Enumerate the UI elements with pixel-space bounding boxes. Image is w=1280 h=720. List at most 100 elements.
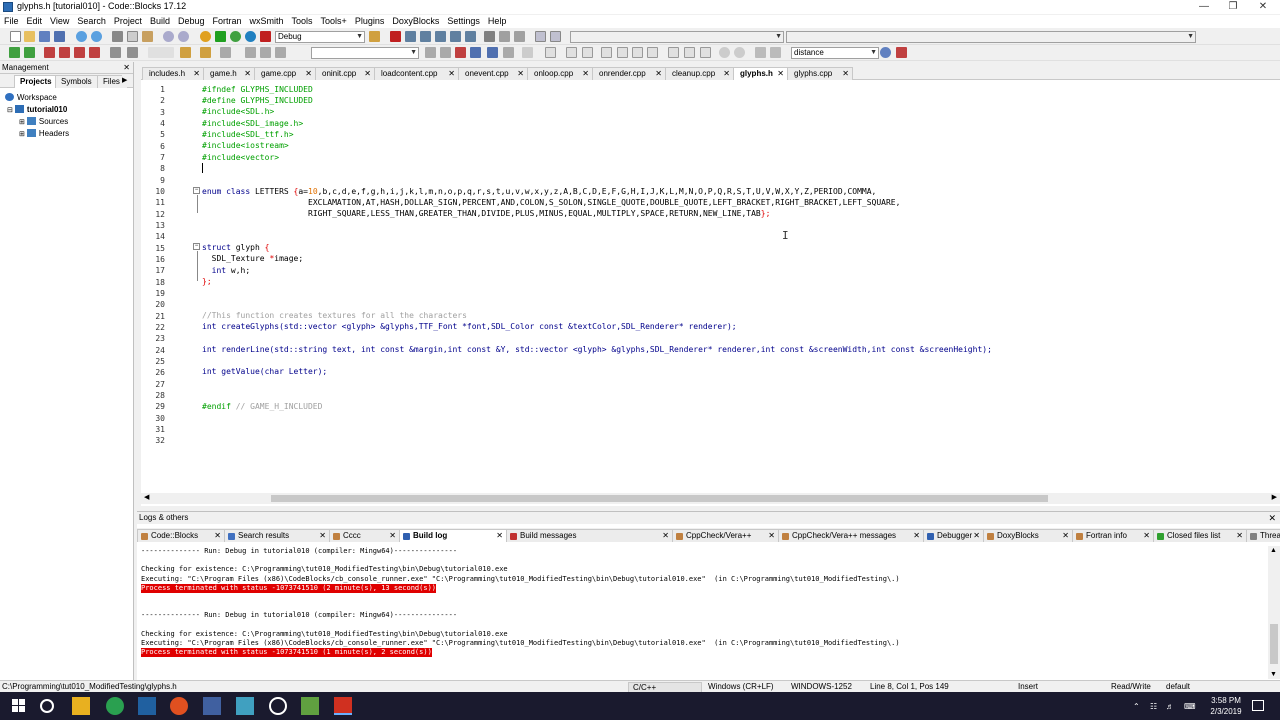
- menu-search[interactable]: Search: [73, 15, 110, 28]
- close-tab-icon[interactable]: ✕: [389, 530, 396, 542]
- layout-3-icon[interactable]: [582, 47, 593, 58]
- menu-file[interactable]: File: [0, 15, 23, 28]
- menu-wxsmith[interactable]: wxSmith: [246, 15, 288, 28]
- debug-start-icon[interactable]: [390, 31, 401, 42]
- menu-help[interactable]: Help: [484, 15, 511, 28]
- fold-marker-icon[interactable]: −: [193, 187, 200, 194]
- close-tab-icon[interactable]: ✕: [842, 68, 849, 80]
- menu-fortran[interactable]: Fortran: [208, 15, 245, 28]
- log-tab[interactable]: Search results ✕: [224, 529, 330, 542]
- regex-icon[interactable]: [470, 47, 481, 58]
- editor-app-icon[interactable]: [301, 697, 319, 715]
- search-prev-icon[interactable]: [425, 47, 436, 58]
- tray-clock[interactable]: 3:58 PM 2/3/2019: [1203, 695, 1249, 717]
- tree-headers[interactable]: ⊞ Headers: [19, 128, 69, 141]
- menu-view[interactable]: View: [46, 15, 73, 28]
- log-tab[interactable]: CppCheck/Vera++ ✕: [672, 529, 779, 542]
- next-bookmark-icon[interactable]: [74, 47, 85, 58]
- next-instruction-icon[interactable]: [465, 31, 476, 42]
- close-tab-icon[interactable]: ✕: [913, 530, 920, 542]
- menu-doxyblocks[interactable]: DoxyBlocks: [388, 15, 443, 28]
- log-tab[interactable]: Debugger ✕: [923, 529, 984, 542]
- menu-project[interactable]: Project: [110, 15, 146, 28]
- close-tab-icon[interactable]: ✕: [364, 68, 371, 80]
- extract-doc-icon[interactable]: [200, 47, 211, 58]
- next-line-icon[interactable]: [420, 31, 431, 42]
- tab-game-cpp[interactable]: game.cpp ✕: [254, 67, 316, 80]
- close-tab-icon[interactable]: ✕: [582, 68, 589, 80]
- menu-edit[interactable]: Edit: [23, 15, 47, 28]
- scrollbar-thumb[interactable]: [1270, 624, 1278, 664]
- network-app-icon[interactable]: [203, 697, 221, 715]
- rebuild-icon[interactable]: [245, 31, 256, 42]
- close-management-icon[interactable]: ✕: [123, 62, 130, 74]
- save-all-icon[interactable]: [54, 31, 65, 42]
- doxywizard-icon[interactable]: [127, 47, 138, 58]
- collapse-icon[interactable]: ⊟: [7, 107, 13, 114]
- tab-cleanup-cpp[interactable]: cleanup.cpp ✕: [665, 67, 734, 80]
- chrome-icon[interactable]: [106, 697, 124, 715]
- scroll-down-icon[interactable]: ▼: [1270, 671, 1277, 678]
- code-content[interactable]: #ifndef GLYPHS_INCLUDED #define GLYPHS_I…: [202, 80, 1272, 492]
- close-tab-icon[interactable]: ✕: [319, 530, 326, 542]
- log-tab[interactable]: Build log ✕: [399, 529, 507, 542]
- firefox-icon[interactable]: [170, 697, 188, 715]
- log-tab[interactable]: Thread search✕: [1246, 529, 1280, 542]
- editor-horizontal-scrollbar[interactable]: ◀ ▶: [141, 493, 1280, 504]
- replace-icon[interactable]: [178, 31, 189, 42]
- box-3-icon[interactable]: [700, 47, 711, 58]
- codeblocks-taskbar-icon[interactable]: [334, 697, 352, 715]
- close-tab-icon[interactable]: ✕: [214, 530, 221, 542]
- obs-icon[interactable]: [269, 697, 287, 715]
- tab-includes-h[interactable]: includes.h ✕: [142, 67, 204, 80]
- scroll-up-icon[interactable]: ▲: [1270, 547, 1277, 554]
- redo-icon[interactable]: [91, 31, 102, 42]
- notification-center-icon[interactable]: [1252, 700, 1264, 711]
- menu-plugins[interactable]: Plugins: [351, 15, 389, 28]
- copy-icon[interactable]: [127, 31, 138, 42]
- tab-scroll-right-icon[interactable]: ▶: [122, 75, 128, 88]
- menu-debug[interactable]: Debug: [174, 15, 209, 28]
- tab-loadcontent-cpp[interactable]: loadcontent.cpp ✕: [374, 67, 459, 80]
- prev-bookmark-icon[interactable]: [59, 47, 70, 58]
- box-1-icon[interactable]: [668, 47, 679, 58]
- close-tab-icon[interactable]: ✕: [1236, 530, 1243, 542]
- maximize-icon[interactable]: ❐: [1216, 0, 1250, 14]
- nav-forward-icon[interactable]: [275, 47, 286, 58]
- tab-onevent-cpp[interactable]: onevent.cpp ✕: [458, 67, 528, 80]
- tray-chevron-icon[interactable]: ⌃: [1133, 701, 1140, 712]
- search-settings-icon[interactable]: [896, 47, 907, 58]
- run-icon[interactable]: [215, 31, 226, 42]
- pause-icon[interactable]: [499, 31, 510, 42]
- doxyblocks-icon[interactable]: [110, 47, 121, 58]
- file-explorer-icon[interactable]: [72, 697, 90, 715]
- close-icon[interactable]: ✕: [1246, 0, 1280, 14]
- tab-onloop-cpp[interactable]: onloop.cpp ✕: [527, 67, 593, 80]
- notepad-icon[interactable]: [236, 697, 254, 715]
- align-justify-icon[interactable]: [647, 47, 658, 58]
- step-into-instruction-icon[interactable]: [484, 31, 495, 42]
- find-icon[interactable]: [163, 31, 174, 42]
- save-icon[interactable]: [39, 31, 50, 42]
- menu-settings[interactable]: Settings: [443, 15, 484, 28]
- log-tab[interactable]: Fortran info ✕: [1072, 529, 1154, 542]
- menu-tools-plus[interactable]: Tools+: [317, 15, 351, 28]
- scrollbar-thumb[interactable]: [271, 495, 1048, 502]
- menu-tools[interactable]: Tools: [288, 15, 317, 28]
- close-logs-icon[interactable]: ✕: [1268, 512, 1276, 524]
- log-tab[interactable]: Build messages ✕: [506, 529, 673, 542]
- paste-icon[interactable]: [142, 31, 153, 42]
- html-search-input[interactable]: ▼: [311, 47, 419, 59]
- highlight-icon[interactable]: [455, 47, 466, 58]
- powershell-icon[interactable]: [138, 697, 156, 715]
- tray-keyboard-icon[interactable]: ⌨: [1184, 701, 1196, 712]
- step-out-icon[interactable]: [450, 31, 461, 42]
- tray-network-icon[interactable]: ☷: [1150, 701, 1157, 712]
- tab-oninit-cpp[interactable]: oninit.cpp ✕: [315, 67, 375, 80]
- debug-windows-icon[interactable]: [535, 31, 546, 42]
- line-comment-icon[interactable]: [180, 47, 191, 58]
- clear-bookmarks-icon[interactable]: [89, 47, 100, 58]
- cut-icon[interactable]: [112, 31, 123, 42]
- run-to-cursor-icon[interactable]: [405, 31, 416, 42]
- log-tab[interactable]: Code::Blocks ✕: [137, 529, 225, 542]
